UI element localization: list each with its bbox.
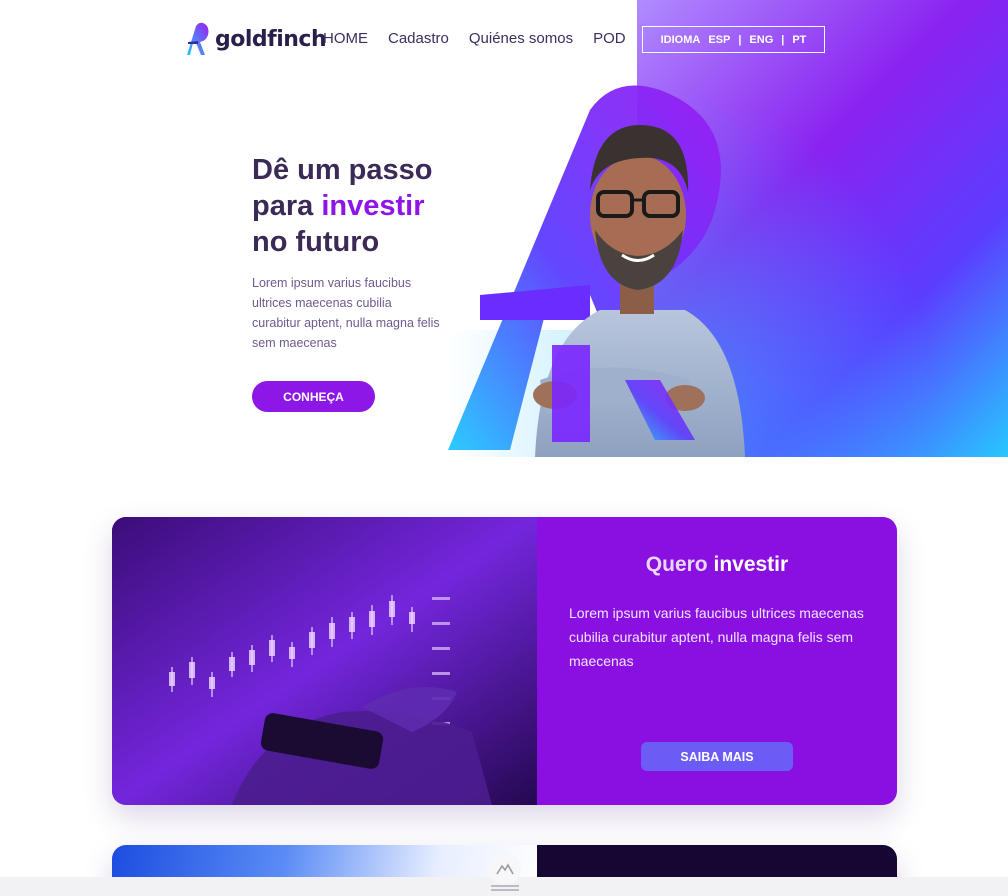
language-separator: | (738, 33, 742, 46)
menu-lines-icon (491, 885, 519, 891)
invest-card: Quero investir Lorem ipsum varius faucib… (112, 517, 897, 805)
nav-item-cadastro[interactable]: Cadastro (388, 30, 449, 47)
hero-title-line1: Dê um passo (252, 154, 433, 186)
top-navigation: goldfinch HOME Cadastro Quiénes somos PO… (0, 0, 1008, 80)
hero-title: Dê um passo para investir no futuro (252, 152, 472, 260)
saiba-mais-button[interactable]: SAIBA MAIS (641, 742, 793, 771)
stock-chart-phone-image (112, 517, 537, 805)
invest-card-panel: Quero investir Lorem ipsum varius faucib… (537, 517, 897, 805)
language-option-pt[interactable]: PT (792, 34, 806, 46)
hero-description: Lorem ipsum varius faucibus ultrices mae… (252, 276, 440, 350)
brand-name: goldfinch (215, 26, 327, 52)
hero-title-line3: no futuro (252, 226, 380, 258)
language-option-eng[interactable]: ENG (749, 34, 773, 46)
conheca-button[interactable]: CONHEÇA (252, 381, 375, 412)
scroll-widget-button[interactable] (489, 853, 521, 885)
nav-item-home[interactable]: HOME (323, 30, 368, 47)
nav-item-quienes-somos[interactable]: Quiénes somos (469, 30, 573, 47)
nav-item-pod[interactable]: POD (593, 30, 626, 47)
hero-title-accent: investir (321, 190, 425, 222)
invest-card-title: Quero investir (537, 553, 897, 577)
hero-person-illustration (448, 85, 745, 457)
brand-logo[interactable]: goldfinch (185, 22, 327, 56)
invest-card-title-accent: investir (713, 553, 789, 576)
language-selector: IDIOMA ESP | ENG | PT (642, 26, 825, 53)
main-menu: HOME Cadastro Quiénes somos POD (323, 30, 626, 47)
language-option-esp[interactable]: ESP (708, 34, 730, 46)
language-separator: | (781, 33, 785, 46)
language-label: IDIOMA (660, 33, 701, 46)
mountain-icon (496, 863, 514, 875)
invest-card-description: Lorem ipsum varius faucibus ultrices mae… (569, 605, 864, 669)
goldfinch-logo-icon (187, 22, 209, 55)
invest-card-title-prefix: Quero (645, 553, 708, 576)
hero-title-line2-prefix: para (252, 190, 322, 222)
